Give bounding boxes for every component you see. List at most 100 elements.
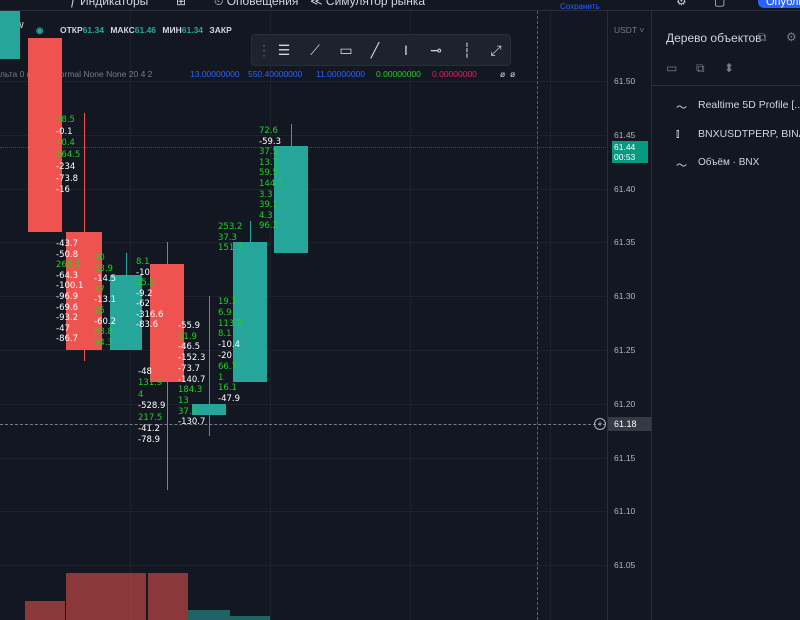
object-tree-panel: Дерево объектов ⧉ ⚙ ▭ ⧉ ⬍ 〜 Realtime 5D … [651, 11, 800, 620]
copy-icon[interactable]: ⧉ [696, 61, 705, 76]
horizontal-ray-icon[interactable]: ⊸ [426, 40, 446, 60]
volume-bar [188, 610, 230, 620]
countdown: 00:53 [614, 152, 636, 162]
price-tick: 61.45 [614, 129, 636, 140]
footprint-value: 19.1 [218, 297, 237, 307]
candle-body[interactable] [233, 242, 267, 383]
grid-line [0, 81, 606, 82]
alerts-button[interactable]: ⏲ Оповещения [214, 0, 298, 9]
footprint-value: -41.2 [138, 424, 160, 434]
chart-pane[interactable]: View ◉ ОТКР61.34 МАКС61.46 МИН61.34 ЗАКР… [0, 11, 606, 620]
footprint-value: 37.3 [218, 232, 237, 243]
candle-body[interactable] [0, 11, 20, 60]
grid-line [0, 457, 606, 459]
footprint-value: 151.7 [218, 243, 243, 253]
volume-bar [106, 573, 146, 620]
market-simulator-button[interactable]: ≪ Симулятор рынка [310, 0, 425, 8]
add-alert-icon[interactable]: + [594, 418, 606, 430]
crosshair-vertical [537, 11, 538, 620]
tree-item-volume[interactable]: 〜 Объём · BNX [676, 157, 759, 172]
footprint-value: -69.6 [56, 302, 78, 313]
indicator-value: 0.00000000 [432, 69, 477, 79]
footprint-value: -43.7 [56, 239, 78, 249]
line-icon: 〜 [676, 160, 687, 172]
footprint-value: -60.2 [94, 316, 116, 327]
candle-body[interactable] [274, 145, 308, 254]
footprint-value: 16.1 [218, 383, 237, 394]
panel-title: Дерево объектов [666, 31, 762, 45]
indicator-value: 11.00000000 [316, 69, 366, 79]
volume-bar [230, 615, 270, 620]
footprint-value: 25.8 [136, 278, 155, 288]
footprint-value: 4 [138, 389, 144, 400]
indicator-legend: льта 0 normal normal None None 20 4 2 13… [0, 69, 516, 79]
footprint-value: -62 [136, 299, 150, 309]
grid-line [0, 350, 606, 351]
save-button[interactable]: Сохранить [560, 2, 600, 10]
folder-icon[interactable]: ▭ [666, 61, 677, 75]
indicators-icon: ƒ [70, 0, 77, 8]
footprint-value: -130.7 [178, 417, 206, 428]
drag-handle-icon[interactable]: ⋮ [254, 40, 274, 60]
footprint-value: -93.2 [56, 313, 78, 324]
footprint-value: -100.1 [56, 281, 84, 292]
grid-line [550, 11, 551, 620]
footprint-value: -96.9 [56, 292, 78, 302]
crosshair-price-tag: + 61.18 [594, 417, 652, 431]
footprint-value: 13.7 [259, 157, 278, 168]
crosshair-horizontal [0, 424, 606, 425]
last-price-tag: 61.44 00:53 [612, 141, 648, 163]
price-axis[interactable]: USDT ˅ 61.50 61.45 61.40 61.35 61.30 61.25 61.… [594, 11, 652, 620]
footprint-value: -10.4 [218, 340, 240, 351]
footprint-value: -47 [56, 323, 70, 334]
top-toolbar: ƒ Индикаторы ⊞ ⏲ Оповещения ≪ Симулятор … [0, 0, 800, 11]
footprint-value: -78.9 [138, 435, 160, 446]
footprint-value: 37.3 [178, 406, 197, 417]
alert-clock-icon: ⏲ [214, 0, 224, 8]
footprint-value: -140.7 [178, 374, 206, 385]
indicators-button[interactable]: ƒ Индикаторы [70, 0, 148, 8]
ray-icon[interactable]: ╱ [365, 40, 385, 60]
footprint-value: 268.5 [56, 260, 81, 271]
sort-icon[interactable]: ⬍ [724, 61, 734, 75]
horizontal-lines-icon[interactable]: ☰ [274, 40, 294, 60]
tree-item-symbol[interactable]: ⫾ BNXUSDTPERP, BINA... [676, 128, 800, 140]
low-value: 61.34 [181, 25, 204, 35]
open-label: ОТКР [60, 25, 83, 35]
data-window-icon[interactable]: ⧉ [758, 30, 767, 45]
settings-icon[interactable]: ⚙ [786, 30, 797, 44]
volume-bar [25, 600, 65, 620]
price-tick: 61.25 [614, 345, 636, 355]
indicator-value: 13.00000000 [190, 69, 240, 79]
layouts-icon[interactable]: ⊞ [176, 0, 186, 8]
tree-item-profile[interactable]: 〜 Realtime 5D Profile [... [676, 99, 800, 114]
footprint-value: -152.3 [178, 353, 206, 364]
publish-button[interactable]: Опубли [758, 0, 800, 8]
high-value: 61.46 [134, 25, 157, 35]
grid-line [0, 511, 606, 513]
price-tick: 61.15 [614, 452, 636, 463]
vertical-line-icon[interactable]: ┆ [457, 40, 477, 60]
candle-body[interactable] [192, 403, 226, 415]
footprint-value: 96.2 [259, 221, 278, 232]
indicator-value: 550.40000000 [248, 69, 303, 79]
trend-line-icon[interactable]: ⟋ [305, 40, 325, 60]
open-value: 61.34 [82, 25, 104, 35]
ruler-icon[interactable]: ⤢ [486, 40, 506, 60]
grid-line [270, 11, 271, 620]
settings-icon[interactable]: ⚙ [676, 0, 687, 8]
line-icon: 〜 [676, 102, 687, 114]
currency-label[interactable]: USDT ˅ [614, 25, 644, 35]
footprint-value: -64.3 [56, 270, 78, 281]
footprint-value: 37 [94, 284, 105, 295]
footprint-value: -528.9 [138, 401, 166, 412]
visibility-dot-icon[interactable]: ◉ [36, 25, 43, 36]
footprint-value: -47.9 [218, 394, 240, 405]
footprint-value: 40.4 [56, 138, 75, 149]
snapshot-icon[interactable]: ▢ [714, 0, 725, 8]
rectangle-icon[interactable]: ▭ [336, 40, 356, 60]
grid-line [0, 403, 606, 405]
text-tool-icon[interactable]: Ι [396, 40, 416, 60]
footprint-value: -50.8 [56, 249, 78, 260]
footprint-value: 253.2 [218, 222, 243, 232]
